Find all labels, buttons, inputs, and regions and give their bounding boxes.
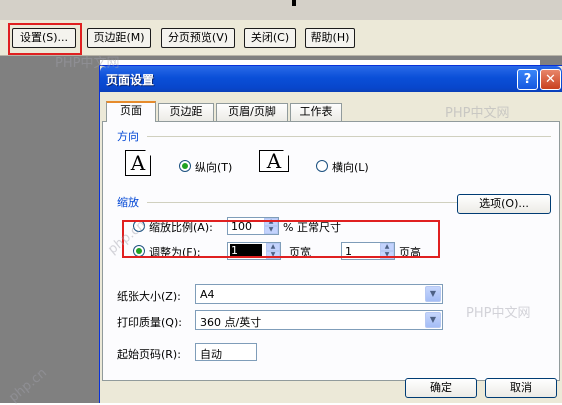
window-notch <box>292 0 296 6</box>
print-quality-select[interactable]: 360 点/英寸 ▼ <box>195 310 443 330</box>
help-button[interactable]: 帮助(H) <box>305 28 355 48</box>
print-quality-label: 打印质量(Q): <box>117 316 182 329</box>
portrait-label[interactable]: 纵向(T) <box>195 159 232 175</box>
window-top-strip <box>0 0 562 20</box>
paper-size-select[interactable]: A4 ▼ <box>195 284 443 304</box>
dialog-title: 页面设置 <box>106 73 155 87</box>
portrait-radio[interactable] <box>179 160 191 172</box>
chevron-down-icon[interactable]: ▼ <box>425 312 441 328</box>
chevron-down-icon[interactable]: ▼ <box>425 286 441 302</box>
options-button[interactable]: 选项(O)... <box>457 194 551 214</box>
dialog-titlebar[interactable]: 页面设置 ? ✕ <box>100 66 562 92</box>
page-break-preview-button[interactable]: 分页预览(V) <box>161 28 235 48</box>
close-preview-button[interactable]: 关闭(C) <box>244 28 296 48</box>
close-icon[interactable]: ✕ <box>540 69 561 90</box>
print-quality-value: 360 点/英寸 <box>200 316 262 329</box>
setup-highlight <box>8 23 82 55</box>
tab-header-footer[interactable]: 页眉/页脚 <box>216 103 288 121</box>
help-icon[interactable]: ? <box>517 69 538 90</box>
tab-sheet[interactable]: 工作表 <box>290 103 342 121</box>
paper-size-label: 纸张大小(Z): <box>117 290 181 303</box>
orientation-group-label: 方向 <box>117 130 139 143</box>
first-page-number-value: 自动 <box>200 348 222 361</box>
landscape-icon: A <box>259 150 289 172</box>
scaling-group-label: 缩放 <box>117 196 139 209</box>
landscape-radio[interactable] <box>316 160 328 172</box>
tab-page[interactable]: 页面 <box>106 101 156 122</box>
orientation-divider <box>147 136 551 137</box>
fit-to-highlight <box>122 220 440 258</box>
portrait-icon: A <box>125 150 151 176</box>
margins-button[interactable]: 页边距(M) <box>87 28 151 48</box>
first-page-number-label: 起始页码(R): <box>117 348 181 361</box>
landscape-label[interactable]: 横向(L) <box>332 159 369 175</box>
first-page-number-input[interactable]: 自动 <box>195 343 257 361</box>
tab-margins[interactable]: 页边距 <box>158 103 214 121</box>
ok-button[interactable]: 确定 <box>405 378 477 398</box>
cancel-button[interactable]: 取消 <box>485 378 557 398</box>
print-preview-toolbar: 设置(S)... 页边距(M) 分页预览(V) 关闭(C) 帮助(H) <box>0 20 562 56</box>
paper-size-value: A4 <box>200 288 215 301</box>
